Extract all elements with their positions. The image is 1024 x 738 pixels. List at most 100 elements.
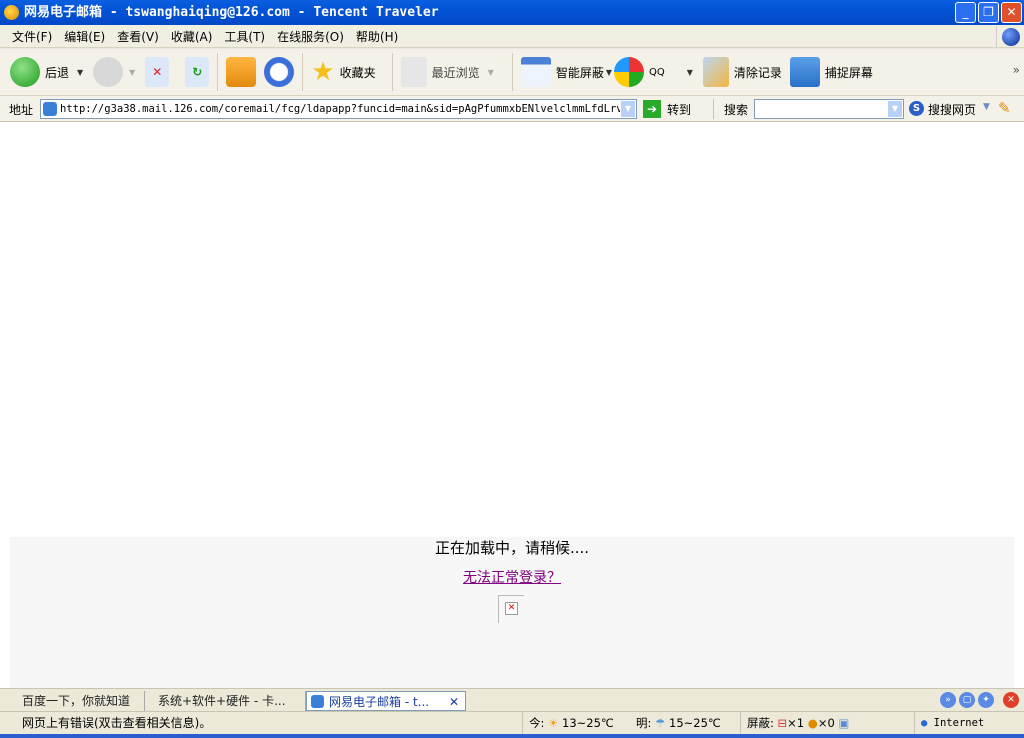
- qq-block-icon: ●: [807, 716, 818, 730]
- screen-capture-icon: [789, 57, 820, 87]
- popup-block-icon: ⊟: [777, 716, 788, 730]
- qq-count: ×0: [817, 716, 835, 730]
- smart-block-label: 智能屏蔽: [555, 65, 604, 80]
- toolbar-overflow-chevron[interactable]: »: [1013, 63, 1020, 77]
- menu-view[interactable]: 查看(V): [117, 28, 159, 45]
- recent-pages-icon: [400, 57, 427, 87]
- back-dropdown-icon[interactable]: ▼: [77, 68, 83, 77]
- forward-arrow-icon[interactable]: [93, 57, 124, 87]
- close-all-tabs-icon[interactable]: ✕: [1003, 692, 1019, 708]
- qq-button[interactable]: QQ: [614, 57, 665, 87]
- refresh-icon[interactable]: ↻: [185, 57, 210, 87]
- tab-baidu[interactable]: 百度一下，你就知道: [10, 691, 145, 711]
- tab-system-software[interactable]: 系统+软件+硬件 - 卡...: [146, 691, 306, 711]
- tab-page-icon[interactable]: ▢: [959, 692, 975, 708]
- taskbar-strip: [0, 734, 1024, 738]
- menu-edit[interactable]: 编辑(E): [64, 28, 105, 45]
- menu-bar: 文件(F) 编辑(E) 查看(V) 收藏(A) 工具(T) 在线服务(O) 帮助…: [0, 25, 1024, 48]
- tencent-traveler-logo-icon: [996, 26, 1020, 48]
- search-engine-button[interactable]: 搜搜网页: [928, 101, 976, 118]
- pencil-icon[interactable]: ✎: [998, 99, 1011, 117]
- status-bar: 网页上有错误(双击查看相关信息)。 今: ☀ 13~25℃ 明: ☂ 15~25…: [0, 711, 1024, 735]
- qq-icon: [614, 57, 644, 87]
- toolbar-divider: [391, 53, 393, 91]
- clear-label: 清除记录: [733, 65, 782, 80]
- clear-history-button[interactable]: 清除记录: [702, 57, 782, 87]
- back-label: 后退: [45, 65, 70, 80]
- page-content: 正在加载中，请稍候.... 无法正常登录？ ✕: [0, 122, 1024, 688]
- search-engine-dropdown-icon[interactable]: ▼: [983, 102, 990, 112]
- browser-logo-icon: [4, 5, 19, 20]
- capture-label: 捕捉屏幕: [824, 65, 873, 80]
- address-bar: 地址 http://g3a38.mail.126.com/coremail/fc…: [0, 96, 1024, 122]
- loading-message: 正在加载中，请稍候....: [434, 539, 590, 557]
- tab-close-icon[interactable]: ✕: [449, 692, 459, 712]
- minimize-button[interactable]: _: [955, 2, 976, 23]
- tab-bar: 百度一下，你就知道 系统+软件+硬件 - 卡... 网易电子邮箱 - t... …: [0, 688, 1024, 711]
- search-input[interactable]: [754, 99, 904, 119]
- forward-dropdown-icon[interactable]: ▼: [129, 68, 135, 77]
- recent-button[interactable]: 最近浏览: [400, 57, 480, 87]
- go-arrow-icon[interactable]: ➔: [643, 100, 661, 118]
- search-dropdown-button[interactable]: ▼: [887, 100, 903, 118]
- window-title: 网易电子邮箱 - tswanghaiqing@126.com - Tencent…: [24, 5, 439, 20]
- ie-page-icon: [43, 102, 57, 116]
- globe-icon: ●: [921, 717, 928, 729]
- ad-icon: ▣: [838, 716, 850, 730]
- tomorrow-label: 明:: [636, 716, 652, 730]
- close-button[interactable]: ✕: [1001, 2, 1022, 23]
- toolbar: 后退 ▼ ▼ ✕ ↻ ★ 收藏夹 最近浏览 ▼ 智能屏蔽 ▼ QQ ▼ 清除记录 …: [0, 49, 1024, 96]
- security-zone[interactable]: ● Internet: [914, 712, 1024, 735]
- recent-dropdown-icon[interactable]: ▼: [488, 68, 494, 77]
- broom-icon: [702, 57, 729, 87]
- tab-list-icon[interactable]: »: [940, 692, 956, 708]
- url-text: http://g3a38.mail.126.com/coremail/fcg/l…: [60, 103, 637, 115]
- menu-file[interactable]: 文件(F): [12, 28, 52, 45]
- favorites-label: 收藏夹: [339, 65, 376, 80]
- popup-block-icon: [520, 57, 551, 87]
- tab-pin-icon[interactable]: ✦: [978, 692, 994, 708]
- weather-today[interactable]: 今: ☀ 13~25℃: [522, 712, 630, 735]
- qq-dropdown-icon[interactable]: ▼: [687, 68, 693, 77]
- url-input[interactable]: http://g3a38.mail.126.com/coremail/fcg/l…: [40, 99, 637, 119]
- divider: [713, 99, 714, 119]
- toolbar-divider: [511, 53, 513, 91]
- toolbar-divider: [217, 53, 219, 91]
- rain-icon: ☂: [655, 716, 666, 730]
- tab-netease-mail[interactable]: 网易电子邮箱 - t... ✕: [306, 691, 466, 711]
- zone-label: Internet: [933, 717, 985, 729]
- qq-label: QQ: [649, 66, 665, 78]
- login-problem-link[interactable]: 无法正常登录？: [10, 567, 1014, 587]
- title-bar: 网易电子邮箱 - tswanghaiqing@126.com - Tencent…: [0, 0, 1024, 25]
- menu-favorites[interactable]: 收藏(A): [171, 28, 213, 45]
- menu-tools[interactable]: 工具(T): [224, 28, 265, 45]
- menu-help[interactable]: 帮助(H): [356, 28, 398, 45]
- smart-block-dropdown-icon[interactable]: ▼: [606, 68, 612, 77]
- history-clock-icon[interactable]: [264, 57, 295, 87]
- today-temp: 13~25℃: [562, 716, 614, 730]
- capture-screen-button[interactable]: 捕捉屏幕: [789, 57, 873, 87]
- go-button[interactable]: 转到: [667, 101, 691, 118]
- back-arrow-icon: [10, 57, 40, 87]
- star-icon: ★: [311, 57, 335, 87]
- address-label: 地址: [9, 103, 34, 117]
- sun-icon: ☀: [548, 716, 559, 730]
- search-label: 搜索: [724, 103, 749, 117]
- stop-icon[interactable]: ✕: [145, 57, 170, 87]
- url-dropdown-button[interactable]: ▼: [620, 100, 636, 118]
- smart-block-button[interactable]: 智能屏蔽: [520, 57, 604, 87]
- ie-page-icon: [311, 695, 324, 708]
- toolbar-divider: [302, 53, 304, 91]
- favorites-button[interactable]: ★ 收藏夹: [311, 57, 375, 87]
- soso-icon: S: [909, 101, 924, 116]
- broken-image-icon: ✕: [498, 595, 524, 623]
- status-message[interactable]: 网页上有错误(双击查看相关信息)。: [22, 712, 211, 734]
- weather-tomorrow[interactable]: 明: ☂ 15~25℃: [630, 712, 738, 735]
- menu-online-services[interactable]: 在线服务(O): [277, 28, 344, 45]
- restore-button[interactable]: ❐: [978, 2, 999, 23]
- back-button[interactable]: 后退: [10, 57, 69, 87]
- loading-panel: 正在加载中，请稍候.... 无法正常登录？ ✕: [10, 537, 1014, 688]
- recent-label: 最近浏览: [431, 65, 480, 80]
- block-stats[interactable]: 屏蔽: ⊟×1 ●×0 ▣: [740, 712, 912, 735]
- home-icon[interactable]: [226, 57, 257, 87]
